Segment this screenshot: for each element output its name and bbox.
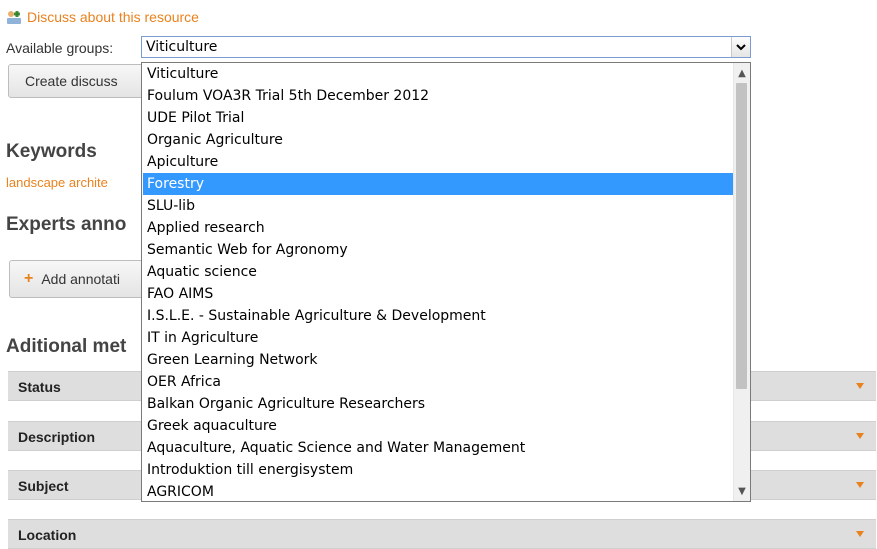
groups-select-value: Viticulture [146,39,218,55]
caret-down-icon [856,383,864,389]
dropdown-option[interactable]: Introduktion till energisystem [143,459,735,481]
dropdown-option[interactable]: Aquaculture, Aquatic Science and Water M… [143,437,735,459]
scroll-down-icon[interactable]: ▼ [734,483,750,499]
add-annotation-button[interactable]: + Add annotati [9,260,159,298]
dropdown-option[interactable]: UDE Pilot Trial [143,107,735,129]
group-users-icon [7,11,21,24]
dropdown-option[interactable]: Semantic Web for Agronomy [143,239,735,261]
dropdown-option[interactable]: Forestry [143,173,735,195]
dropdown-option[interactable]: Applied research [143,217,735,239]
discuss-link-label: Discuss about this resource [27,9,199,25]
dropdown-option[interactable]: OER Africa [143,371,735,393]
groups-dropdown-list[interactable]: Viticulture Foulum VOA3R Trial 5th Decemb… [141,62,751,502]
additional-metadata-heading: Aditional met [6,336,127,357]
create-discussion-button[interactable]: Create discuss [8,64,158,98]
dropdown-option[interactable]: FAO AIMS [143,283,735,305]
dropdown-option[interactable]: I.S.L.E. - Sustainable Agriculture & Dev… [143,305,735,327]
keyword-link[interactable]: landscape archite [6,175,108,190]
dropdown-option[interactable]: Aquatic science [143,261,735,283]
discuss-link[interactable]: Discuss about this resource [6,8,199,26]
keywords-heading: Keywords [6,141,97,162]
dropdown-scrollbar[interactable]: ▲ ▼ [733,63,750,501]
groups-row: Available groups: [6,37,119,59]
dropdown-option[interactable]: IT in Agriculture [143,327,735,349]
caret-down-icon [856,482,864,488]
experts-heading: Experts anno [6,214,127,235]
groups-label: Available groups: [6,40,114,56]
dropdown-option[interactable]: Viticulture [143,63,735,85]
dropdown-option[interactable]: AGRICOM [143,481,735,501]
dropdown-option[interactable]: Apiculture [143,151,735,173]
dropdown-option[interactable]: SLU-lib [143,195,735,217]
meta-bar-label: Subject [18,478,69,494]
meta-bar-label: Location [18,527,77,543]
caret-down-icon [856,433,864,439]
scrollbar-thumb[interactable] [736,83,747,389]
add-annotation-label: Add annotati [41,271,120,287]
dropdown-option[interactable]: Green Learning Network [143,349,735,371]
chevron-down-icon[interactable] [731,37,750,57]
plus-icon: + [24,270,34,287]
meta-bar-label: Status [18,379,61,395]
meta-bar-location[interactable]: Location [8,519,876,549]
dropdown-option[interactable]: Greek aquaculture [143,415,735,437]
dropdown-option[interactable]: Foulum VOA3R Trial 5th December 2012 [143,85,735,107]
caret-down-icon [856,531,864,537]
groups-select[interactable]: Viticulture [141,36,751,58]
meta-bar-label: Description [18,429,96,445]
dropdown-option[interactable]: Balkan Organic Agriculture Researchers [143,393,735,415]
dropdown-options: Viticulture Foulum VOA3R Trial 5th Decemb… [143,63,735,501]
scroll-up-icon[interactable]: ▲ [734,65,750,81]
dropdown-option[interactable]: Organic Agriculture [143,129,735,151]
